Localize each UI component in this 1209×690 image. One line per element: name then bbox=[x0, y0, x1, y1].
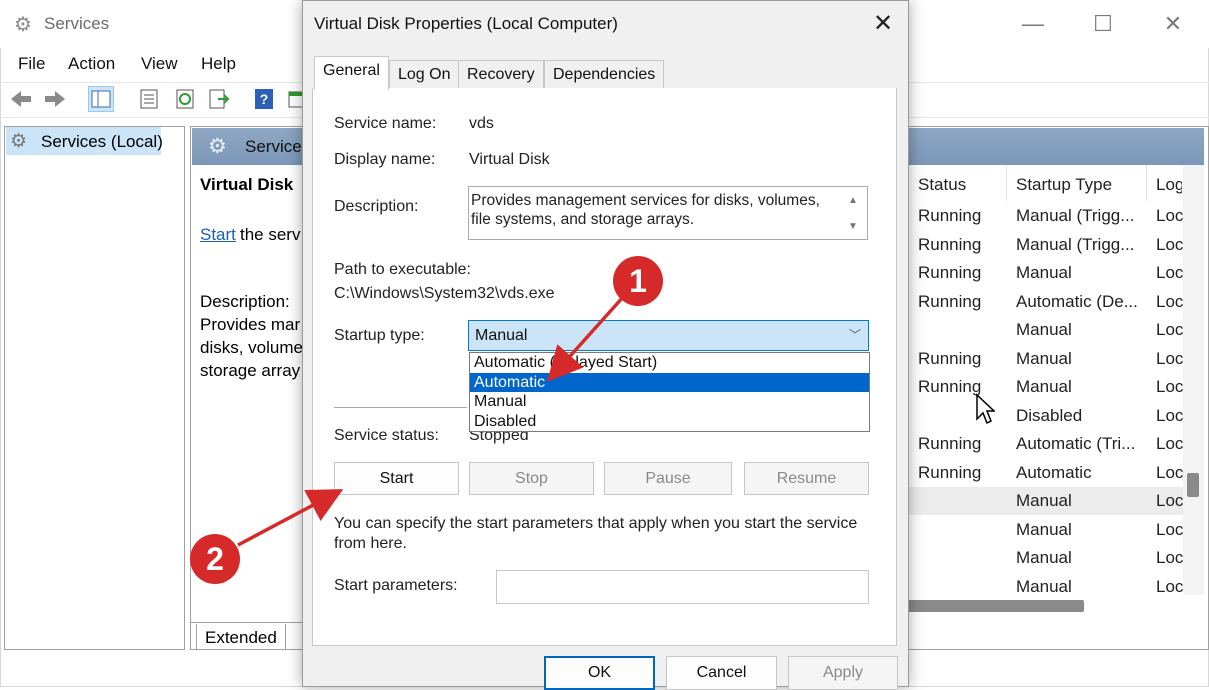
annotation-arrow-2 bbox=[237, 489, 344, 547]
annotation-badge-2: 2 bbox=[190, 534, 240, 584]
annotation-badge-1: 1 bbox=[613, 256, 663, 306]
annotation-arrow-1 bbox=[546, 294, 626, 382]
annotation-arrows bbox=[237, 294, 626, 547]
